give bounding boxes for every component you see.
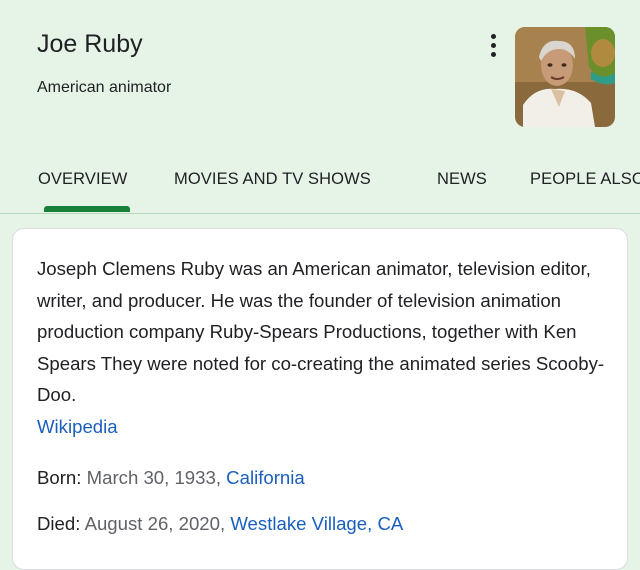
more-dot bbox=[490, 51, 496, 57]
knowledge-panel-header: Joe Ruby American animator OVERVIEW MOVI… bbox=[0, 0, 640, 215]
entity-subtitle: American animator bbox=[37, 79, 172, 96]
tab-movies-and-tv-shows[interactable]: MOVIES AND TV SHOWS bbox=[174, 170, 371, 189]
overview-card: Joseph Clemens Ruby was an American anim… bbox=[12, 228, 628, 570]
died-date: August 26, 2020 bbox=[84, 513, 220, 534]
entity-title: Joe Ruby bbox=[37, 30, 143, 58]
more-dot bbox=[490, 42, 496, 48]
wikipedia-link[interactable]: Wikipedia bbox=[37, 416, 118, 437]
born-separator: , bbox=[215, 467, 221, 488]
tab-overview[interactable]: OVERVIEW bbox=[38, 170, 127, 189]
died-fact: Died: August 26, 2020, Westlake Village,… bbox=[37, 513, 403, 535]
born-fact: Born: March 30, 1933, California bbox=[37, 467, 305, 489]
tab-people-also-search-for[interactable]: PEOPLE ALSO SEARCH FOR bbox=[530, 170, 640, 189]
entity-description: Joseph Clemens Ruby was an American anim… bbox=[37, 253, 607, 442]
portrait-image bbox=[515, 27, 615, 127]
description-text: Joseph Clemens Ruby was an American anim… bbox=[37, 258, 605, 405]
born-place-link[interactable]: California bbox=[226, 467, 305, 488]
more-options-icon[interactable] bbox=[482, 30, 504, 60]
born-label: Born: bbox=[37, 467, 82, 488]
tab-divider bbox=[0, 213, 640, 214]
died-label: Died: bbox=[37, 513, 81, 534]
died-separator: , bbox=[220, 513, 226, 534]
entity-photo[interactable] bbox=[515, 27, 615, 127]
tab-bar: OVERVIEW MOVIES AND TV SHOWS NEWS PEOPLE… bbox=[0, 166, 640, 214]
tab-news[interactable]: NEWS bbox=[437, 170, 487, 189]
more-dot bbox=[490, 33, 496, 39]
active-tab-indicator bbox=[44, 206, 130, 212]
born-date: March 30, 1933 bbox=[86, 467, 216, 488]
died-place-link[interactable]: Westlake Village, CA bbox=[230, 513, 403, 534]
